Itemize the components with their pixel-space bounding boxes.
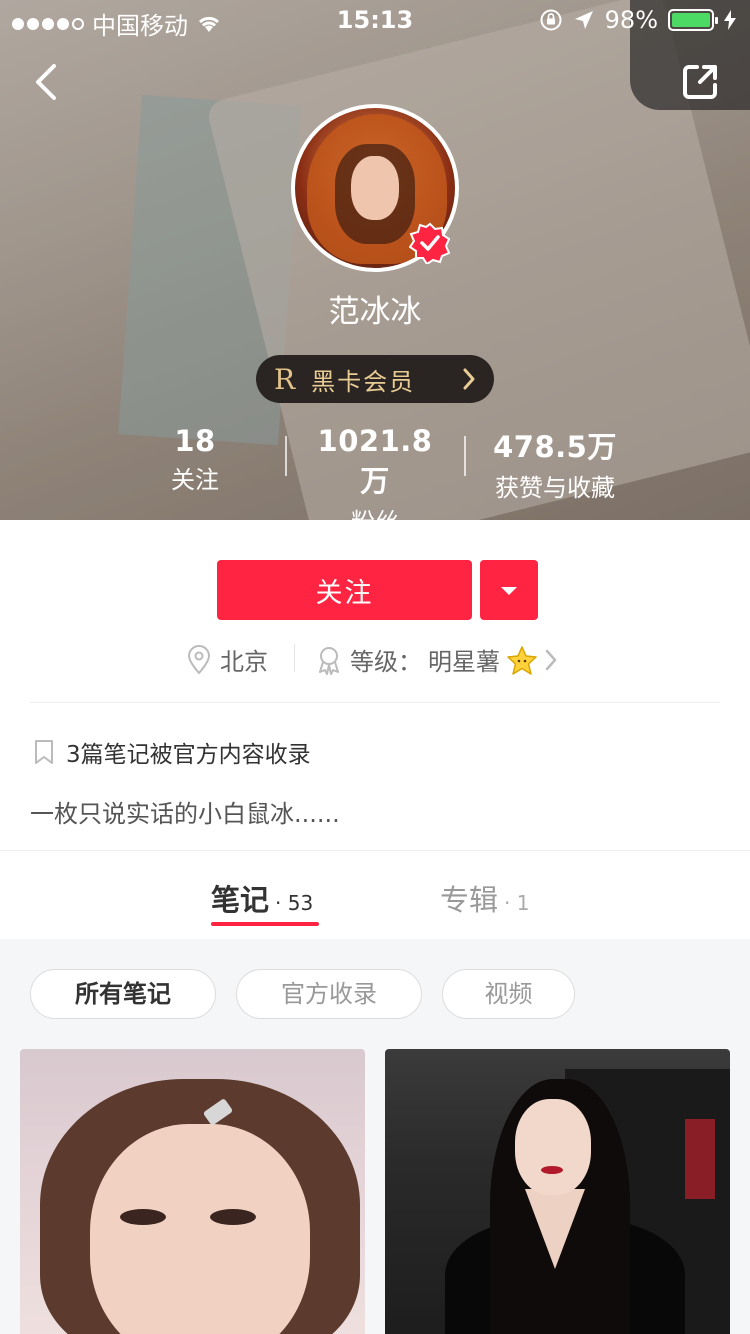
stat-likes[interactable]: 478.5万 获赞与收藏 [480, 424, 630, 503]
profile-meta: 北京 等级： 明星薯 [0, 636, 750, 680]
official-collection-note[interactable]: 3篇笔记被官方内容收录 [34, 735, 311, 769]
stat-divider [285, 436, 287, 476]
chevron-right-icon [463, 368, 475, 390]
vip-membership-button[interactable]: R 黑卡会员 [256, 355, 494, 403]
profile-stats: 18 关注 1021.8万 粉丝 478.5万 获赞与收藏 [0, 424, 750, 520]
profile-tabs: 笔记 · 53 专辑 · 1 [0, 851, 750, 939]
active-tab-indicator [211, 922, 319, 926]
status-bar: 中国移动 15:13 98% [0, 0, 750, 40]
follow-button[interactable]: 关注 [217, 560, 472, 620]
medal-icon [319, 646, 339, 675]
location: 北京 [186, 642, 268, 677]
follow-dropdown-button[interactable] [480, 560, 538, 620]
level-prefix: 等级： [350, 648, 422, 676]
profile-header: 中国移动 15:13 98% 范冰冰 R 黑卡会员 18 关注 1021.8万 … [0, 0, 750, 520]
rotation-lock-icon [540, 9, 562, 31]
divider [294, 644, 295, 672]
vip-letter: R [274, 362, 296, 396]
chevron-right-icon [545, 649, 557, 670]
caret-down-icon [501, 587, 517, 595]
filter-official[interactable]: 官方收录 [236, 969, 422, 1019]
location-pin-icon [187, 644, 211, 674]
stat-divider [464, 436, 466, 476]
stat-followers[interactable]: 1021.8万 粉丝 [305, 424, 445, 520]
collection-text: 3篇笔记被官方内容收录 [66, 742, 311, 768]
note-card[interactable] [20, 1049, 365, 1334]
vip-label: 黑卡会员 [311, 367, 416, 396]
note-card[interactable] [385, 1049, 730, 1334]
share-icon[interactable] [680, 62, 720, 102]
location-label: 北京 [220, 648, 268, 676]
chevron-left-icon[interactable] [28, 60, 68, 104]
star-icon [507, 645, 537, 675]
tab-notes[interactable]: 笔记 · 53 [211, 877, 313, 919]
filter-video[interactable]: 视频 [442, 969, 575, 1019]
profile-bio: 一枚只说实话的小白鼠冰...... [30, 800, 340, 828]
filter-all-notes[interactable]: 所有笔记 [30, 969, 216, 1019]
charging-icon [724, 10, 736, 30]
profile-name: 范冰冰 [328, 294, 422, 330]
tab-albums[interactable]: 专辑 · 1 [440, 877, 529, 919]
notes-feed: 所有笔记 官方收录 视频 [0, 939, 750, 1334]
battery-percent: 98% [604, 6, 658, 34]
location-arrow-icon [574, 11, 593, 29]
battery-icon [668, 9, 718, 31]
level-name: 明星薯 [428, 648, 500, 676]
level-link[interactable]: 等级： 明星薯 [314, 642, 558, 677]
stat-following[interactable]: 18 关注 [155, 424, 235, 495]
bookmark-icon [35, 740, 53, 764]
divider [30, 702, 720, 703]
verified-badge-icon [409, 222, 451, 264]
